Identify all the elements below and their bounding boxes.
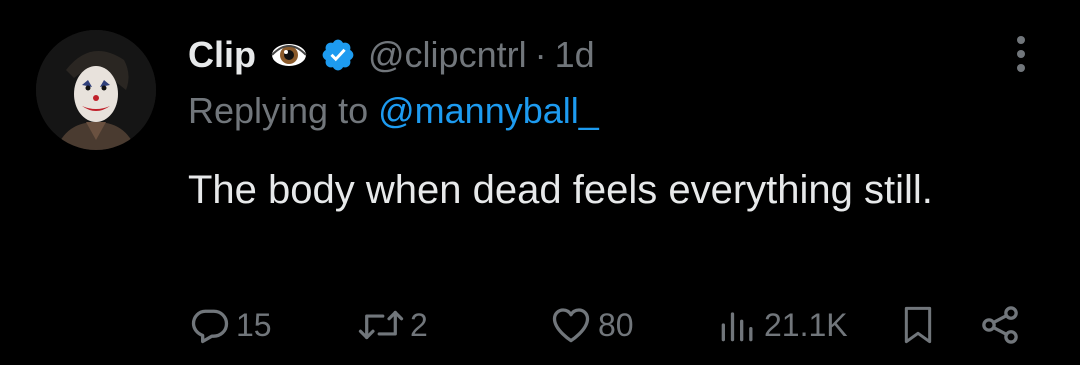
action-bar: 15 2 80 21.1K [0,300,1080,350]
reply-count: 15 [236,306,272,343]
repost-count: 2 [410,306,428,343]
reply-button[interactable]: 15 [188,300,272,350]
views-button[interactable]: 21.1K [716,300,848,350]
avatar-joker-icon [36,30,156,150]
display-name[interactable]: Clip [188,34,256,76]
like-count: 80 [598,306,634,343]
share-button[interactable] [978,300,1022,350]
replying-prefix: Replying to [188,90,369,131]
avatar[interactable] [36,30,156,150]
repost-icon [358,310,404,340]
bookmark-icon [904,306,932,344]
heart-icon [552,308,590,343]
replying-handle-link[interactable]: @mannyball_ [378,90,599,131]
more-vertical-icon [1017,36,1025,72]
tweet-text: The body when dead feels everything stil… [188,168,933,212]
view-count: 21.1K [764,306,848,343]
share-icon [982,306,1018,344]
views-chart-icon [721,312,753,342]
reply-icon [191,309,229,344]
timestamp[interactable]: 1d [555,34,595,76]
verified-badge-icon[interactable] [320,37,356,73]
repost-button[interactable]: 2 [356,300,428,350]
separator-dot: · [534,34,547,75]
tweet-header: Clip @clipcntrl · 1d [188,30,595,80]
replying-to: Replying to @mannyball_ [188,90,599,132]
tweet: Clip @clipcntrl · 1d Replying to @mannyb… [0,0,1080,365]
bookmark-button[interactable] [898,300,938,350]
like-button[interactable]: 80 [548,300,634,350]
more-options-button[interactable] [1004,32,1038,76]
handle[interactable]: @clipcntrl [368,34,527,76]
eye-emoji-icon [270,36,308,74]
